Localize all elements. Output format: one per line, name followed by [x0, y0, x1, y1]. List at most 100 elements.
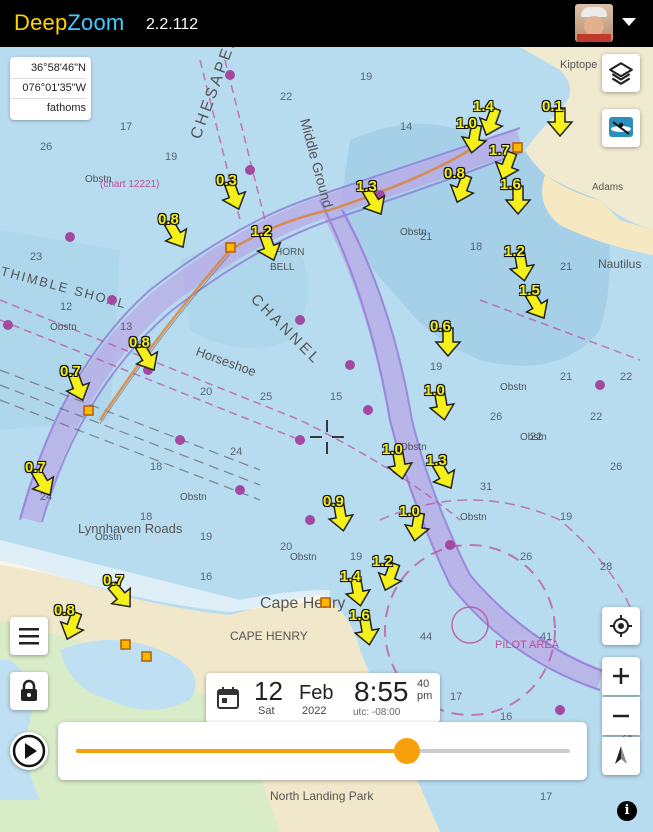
current-arrow: 1.2 — [251, 223, 287, 267]
depth-units-readout: fathoms — [46, 102, 86, 114]
current-speed-label: 1.2 — [251, 223, 272, 240]
chart-label-cape-henry-light: CAPE HENRY — [230, 629, 308, 643]
compass-button[interactable] — [602, 737, 640, 775]
current-speed-label: 1.6 — [500, 176, 521, 193]
account-menu-caret-icon[interactable] — [622, 18, 636, 26]
current-speed-label: 1.3 — [356, 178, 377, 195]
time-seconds: 40 — [417, 678, 430, 690]
svg-text:22: 22 — [620, 371, 632, 383]
app-version: 2.2.112 — [146, 16, 199, 33]
svg-text:44: 44 — [420, 631, 432, 643]
current-arrow: 0.8 — [444, 165, 480, 209]
date-weekday: Sat — [258, 705, 275, 717]
zoom-in-button[interactable] — [602, 657, 640, 695]
calendar-icon — [217, 687, 239, 709]
svg-text:17: 17 — [540, 791, 552, 803]
user-avatar[interactable] — [575, 4, 613, 42]
current-speed-label: 0.7 — [103, 572, 124, 589]
current-speed-label: 1.0 — [399, 503, 420, 520]
current-speed-label: 0.8 — [158, 211, 179, 228]
svg-text:14: 14 — [400, 121, 412, 133]
svg-text:18: 18 — [150, 461, 162, 473]
locate-me-button[interactable] — [602, 607, 640, 645]
info-icon[interactable]: i — [617, 801, 637, 821]
position-readout: 36°58'46"N 076°01'35"W fathoms — [10, 57, 91, 120]
datetime-card[interactable]: 12 Sat Feb 2022 8:55 40 pm utc: -08:00 — [206, 673, 440, 723]
current-speed-label: 1.7 — [489, 142, 510, 159]
chart-label-ref: (chart 12221) — [100, 179, 159, 190]
svg-text:26: 26 — [40, 141, 52, 153]
current-speed-label: 1.4 — [473, 98, 494, 115]
menu-button[interactable] — [10, 617, 48, 655]
svg-text:21: 21 — [560, 371, 572, 383]
current-arrow: 1.0 — [424, 382, 460, 426]
time-display: 8:55 — [354, 676, 409, 707]
timeline-track[interactable] — [76, 738, 570, 764]
current-speed-label: 0.7 — [60, 363, 81, 380]
brand-deep: Deep — [14, 10, 68, 35]
current-speed-label: 0.6 — [430, 318, 451, 335]
current-speed-label: 1.2 — [504, 243, 525, 260]
svg-text:17: 17 — [450, 691, 462, 703]
current-arrow: 0.7 — [60, 363, 96, 407]
chart-label-lynnhaven-roads: Lynnhaven Roads — [78, 521, 183, 536]
brand-zoom: Zoom — [67, 10, 125, 35]
current-speed-label: 0.8 — [444, 165, 465, 182]
top-bar: DeepZoom 2.2.112 — [0, 0, 653, 47]
svg-text:Obstn: Obstn — [400, 227, 427, 238]
svg-text:26: 26 — [520, 551, 532, 563]
chart-label-nautilus: Nautilus — [598, 257, 641, 271]
current-speed-label: 1.3 — [426, 452, 447, 469]
svg-text:17: 17 — [120, 121, 132, 133]
chart-label-north-park: North Landing Park — [270, 789, 374, 803]
timeline-thumb[interactable] — [393, 738, 420, 764]
current-arrow: 0.8 — [129, 334, 165, 378]
current-speed-label: 1.4 — [340, 568, 361, 585]
current-arrow: 0.7 — [103, 572, 139, 616]
svg-text:13: 13 — [120, 321, 132, 333]
svg-text:18: 18 — [470, 241, 482, 253]
current-speed-label: 0.3 — [216, 172, 237, 189]
lock-icon — [21, 679, 37, 701]
minus-icon — [613, 714, 629, 718]
current-arrow: 1.2 — [372, 553, 408, 597]
svg-text:22: 22 — [590, 411, 602, 423]
zoom-out-button[interactable] — [602, 697, 640, 735]
current-arrow: 0.8 — [158, 211, 194, 255]
compass-arrow-icon — [615, 746, 627, 764]
date-month: Feb — [299, 682, 334, 704]
svg-text:19: 19 — [430, 361, 442, 373]
svg-text:25: 25 — [260, 391, 272, 403]
longitude-readout: 076°01'35"W — [10, 79, 86, 99]
plus-icon — [613, 668, 629, 684]
chart-label-pilot-area: PILOT AREA — [495, 639, 560, 651]
svg-text:15: 15 — [330, 391, 342, 403]
current-speed-label: 0.8 — [54, 602, 75, 619]
chart-label-horseshoe: Horseshoe — [194, 344, 258, 380]
play-icon — [12, 734, 46, 768]
svg-text:26: 26 — [490, 411, 502, 423]
chart-label-cape-henry: Cape Henry — [260, 595, 345, 612]
layers-button[interactable] — [602, 54, 640, 92]
app-logo: DeepZoom — [14, 10, 124, 36]
current-arrow: 1.6 — [500, 176, 536, 220]
svg-text:Obstn: Obstn — [460, 512, 487, 523]
play-button[interactable] — [10, 732, 48, 770]
current-arrow: 1.2 — [504, 243, 540, 287]
date-year: 2022 — [302, 705, 327, 717]
current-arrow: 1.6 — [349, 607, 385, 651]
current-arrow: 0.1 — [542, 98, 578, 142]
current-arrow: 1.5 — [519, 282, 555, 326]
current-speed-label: 0.7 — [25, 459, 46, 476]
vessel-mode-button[interactable] — [602, 109, 640, 147]
current-arrow: 0.6 — [430, 318, 466, 362]
current-arrow: 0.8 — [54, 602, 90, 646]
svg-text:22: 22 — [280, 91, 292, 103]
svg-text:31: 31 — [480, 481, 492, 493]
lock-button[interactable] — [10, 672, 48, 710]
svg-text:Obstn: Obstn — [290, 552, 317, 563]
svg-text:21: 21 — [560, 261, 572, 273]
svg-text:19: 19 — [200, 531, 212, 543]
svg-text:Obstn: Obstn — [180, 492, 207, 503]
layers-icon — [609, 62, 633, 85]
